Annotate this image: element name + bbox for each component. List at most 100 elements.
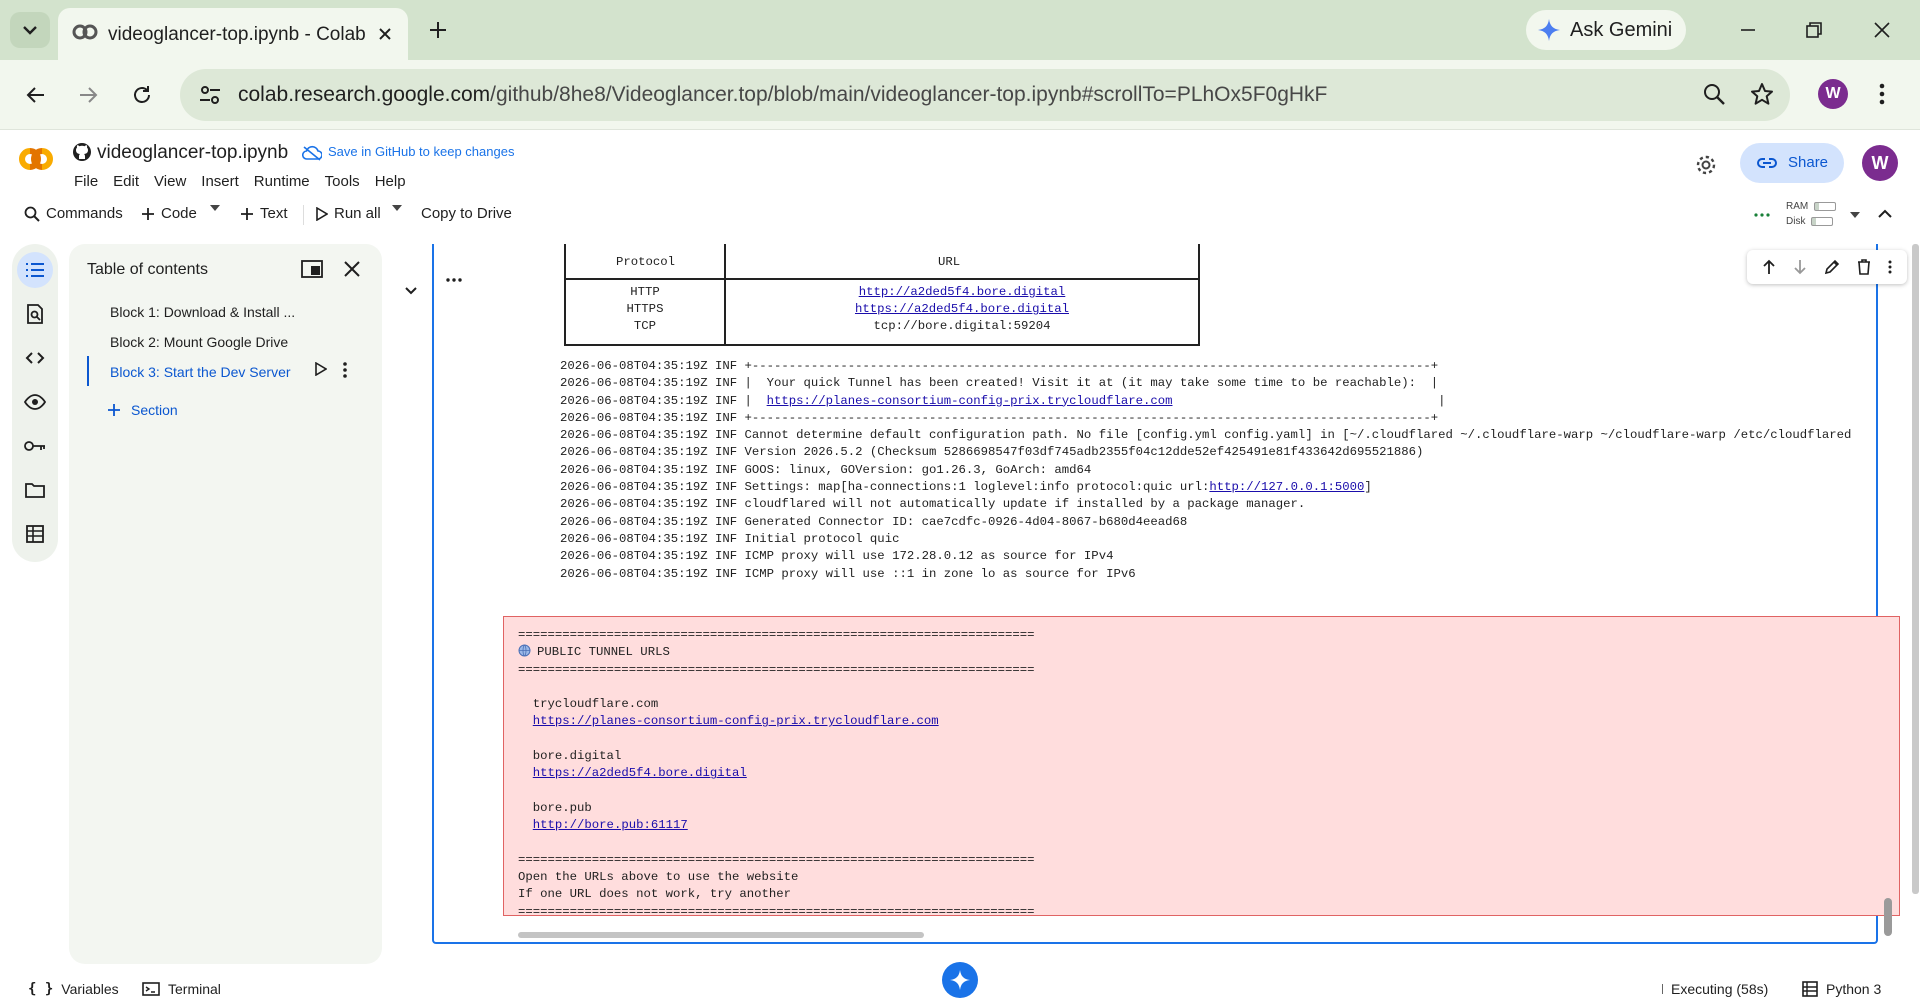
reload-icon[interactable]	[124, 77, 160, 113]
code-snippets-button[interactable]	[17, 340, 53, 376]
code-dropdown-caret[interactable]	[210, 205, 220, 211]
zoom-icon[interactable]	[1702, 82, 1726, 106]
colab-logo-icon[interactable]	[14, 145, 58, 173]
vertical-scrollbar[interactable]	[1912, 244, 1919, 894]
address-bar[interactable]: colab.research.google.com/github/8he8/Vi…	[180, 69, 1790, 121]
provider-name: trycloudflare.com	[532, 697, 659, 712]
chevron-up-icon	[1878, 209, 1892, 218]
toc-item-block-3[interactable]: Block 3: Start the Dev Server	[110, 364, 291, 380]
browser-toolbar: colab.research.google.com/github/8he8/Vi…	[0, 60, 1920, 130]
browser-tab-active[interactable]: videoglancer-top.ipynb - Colab	[58, 8, 408, 60]
gemini-assistant-button[interactable]	[942, 962, 978, 998]
url-text: colab.research.google.com/github/8he8/Vi…	[238, 83, 1327, 107]
tunnel-url-link[interactable]: https://planes-consortium-config-prix.tr…	[767, 394, 1173, 408]
open-in-window-icon[interactable]	[301, 260, 323, 278]
terminal-button[interactable]: Terminal	[142, 981, 221, 997]
url-link[interactable]: https://a2ded5f4.bore.digital	[855, 302, 1069, 316]
back-arrow-icon[interactable]	[18, 77, 54, 113]
log-line: 2026-06-08T04:35:19Z INF Cannot determin…	[560, 428, 1852, 443]
collapse-header-button[interactable]	[1878, 209, 1892, 219]
new-tab-icon[interactable]	[422, 14, 454, 46]
runtime-type[interactable]: Python 3	[1802, 981, 1881, 997]
move-down-icon[interactable]	[1793, 259, 1807, 275]
menu-bar: File Edit View Insert Runtime Tools Help	[74, 173, 421, 190]
variables-button[interactable]: { } Variables	[28, 981, 119, 997]
add-text-button[interactable]: Text	[240, 205, 288, 222]
toc-item-block-2[interactable]: Block 2: Mount Google Drive	[110, 334, 288, 350]
delete-trash-icon[interactable]	[1857, 259, 1871, 275]
menu-edit[interactable]: Edit	[113, 173, 147, 190]
find-replace-button[interactable]	[17, 296, 53, 332]
share-button[interactable]: Share	[1740, 143, 1844, 183]
tunnel-url-link[interactable]: https://planes-consortium-config-prix.tr…	[533, 714, 939, 728]
tunnel-url-link[interactable]: https://a2ded5f4.bore.digital	[533, 766, 747, 780]
add-code-button[interactable]: Code	[141, 205, 197, 222]
table-of-contents-button[interactable]	[17, 252, 53, 288]
url-link[interactable]: http://a2ded5f4.bore.digital	[859, 285, 1066, 299]
divider	[303, 205, 304, 225]
secrets-button[interactable]	[17, 428, 53, 464]
forward-arrow-icon[interactable]	[70, 77, 106, 113]
cell-more-icon[interactable]	[1888, 260, 1892, 274]
site-info-icon[interactable]	[198, 83, 222, 107]
window-restore-icon[interactable]	[1796, 14, 1832, 46]
window-close-icon[interactable]	[1864, 14, 1900, 46]
collapse-output-icon[interactable]	[404, 286, 418, 296]
save-in-github-link[interactable]: Save in GitHub to keep changes	[302, 144, 514, 161]
run-all-button[interactable]: Run all	[316, 205, 381, 222]
menu-insert[interactable]: Insert	[201, 173, 247, 190]
tunnel-url-row: http://bore.pub:61117	[518, 817, 1035, 834]
caret-down-icon	[210, 205, 220, 211]
menu-runtime[interactable]: Runtime	[254, 173, 318, 190]
settings-gear-icon[interactable]	[1692, 151, 1720, 179]
add-section-button[interactable]: Section	[107, 402, 178, 418]
copy-to-drive-button[interactable]: Copy to Drive	[421, 205, 512, 222]
window-minimize-icon[interactable]	[1730, 14, 1766, 46]
ask-gemini-button[interactable]: Ask Gemini	[1526, 10, 1686, 50]
menu-help[interactable]: Help	[375, 173, 414, 190]
move-up-icon[interactable]	[1762, 259, 1776, 275]
bookmark-star-icon[interactable]	[1750, 82, 1774, 106]
disk-label: Disk	[1786, 216, 1806, 227]
provider-name: bore.pub	[532, 800, 592, 815]
connection-status-dots[interactable]	[1754, 213, 1770, 217]
toc-item-block-1[interactable]: Block 1: Download & Install ...	[110, 304, 295, 320]
code-cell[interactable]: Protocol URL HTTP HTTPS TCP http://a2ded…	[432, 244, 1919, 944]
plus-icon	[142, 207, 154, 220]
menu-file[interactable]: File	[74, 173, 106, 190]
folder-icon	[25, 483, 45, 498]
tunnel-url-row: https://planes-consortium-config-prix.tr…	[518, 713, 1035, 730]
edit-pencil-icon[interactable]	[1824, 259, 1840, 275]
run-all-dropdown-caret[interactable]	[392, 205, 402, 211]
gemini-sparkle-icon	[1538, 19, 1560, 41]
runtime-dropdown-caret[interactable]	[1850, 212, 1860, 218]
execution-status[interactable]: Executing (58s)	[1662, 981, 1768, 997]
files-button[interactable]	[17, 472, 53, 508]
account-avatar[interactable]: W	[1862, 145, 1898, 181]
section-more-icon[interactable]	[343, 362, 347, 378]
browser-profile-avatar[interactable]: W	[1818, 79, 1848, 109]
resource-monitor[interactable]: RAM Disk	[1786, 199, 1837, 229]
globe-icon	[518, 644, 531, 657]
note-line: Open the URLs above to use the website	[518, 870, 799, 885]
variable-inspector-button[interactable]	[17, 384, 53, 420]
tunnel-url-link[interactable]: http://bore.pub:61117	[533, 818, 688, 832]
provider-name: bore.digital	[532, 749, 622, 764]
menu-tools[interactable]: Tools	[325, 173, 368, 190]
tab-close-icon[interactable]	[372, 21, 398, 47]
toc-title: Table of contents	[87, 261, 208, 278]
horizontal-scrollbar[interactable]	[518, 932, 924, 938]
rule-line: ========================================…	[518, 852, 1035, 867]
page-scrollbar[interactable]	[1884, 898, 1892, 936]
run-section-icon[interactable]	[315, 362, 327, 376]
data-table-button[interactable]	[17, 516, 53, 552]
tab-search-button[interactable]	[10, 12, 50, 48]
browser-menu-icon[interactable]	[1870, 78, 1894, 110]
commands-button[interactable]: Commands	[24, 205, 123, 222]
share-label: Share	[1788, 154, 1829, 171]
menu-view[interactable]: View	[154, 173, 194, 190]
local-url-link[interactable]: http://127.0.0.1:5000	[1209, 480, 1364, 494]
protocol-header: Protocol	[616, 255, 676, 269]
notebook-title[interactable]: videoglancer-top.ipynb	[97, 142, 288, 164]
close-panel-icon[interactable]	[343, 260, 361, 278]
